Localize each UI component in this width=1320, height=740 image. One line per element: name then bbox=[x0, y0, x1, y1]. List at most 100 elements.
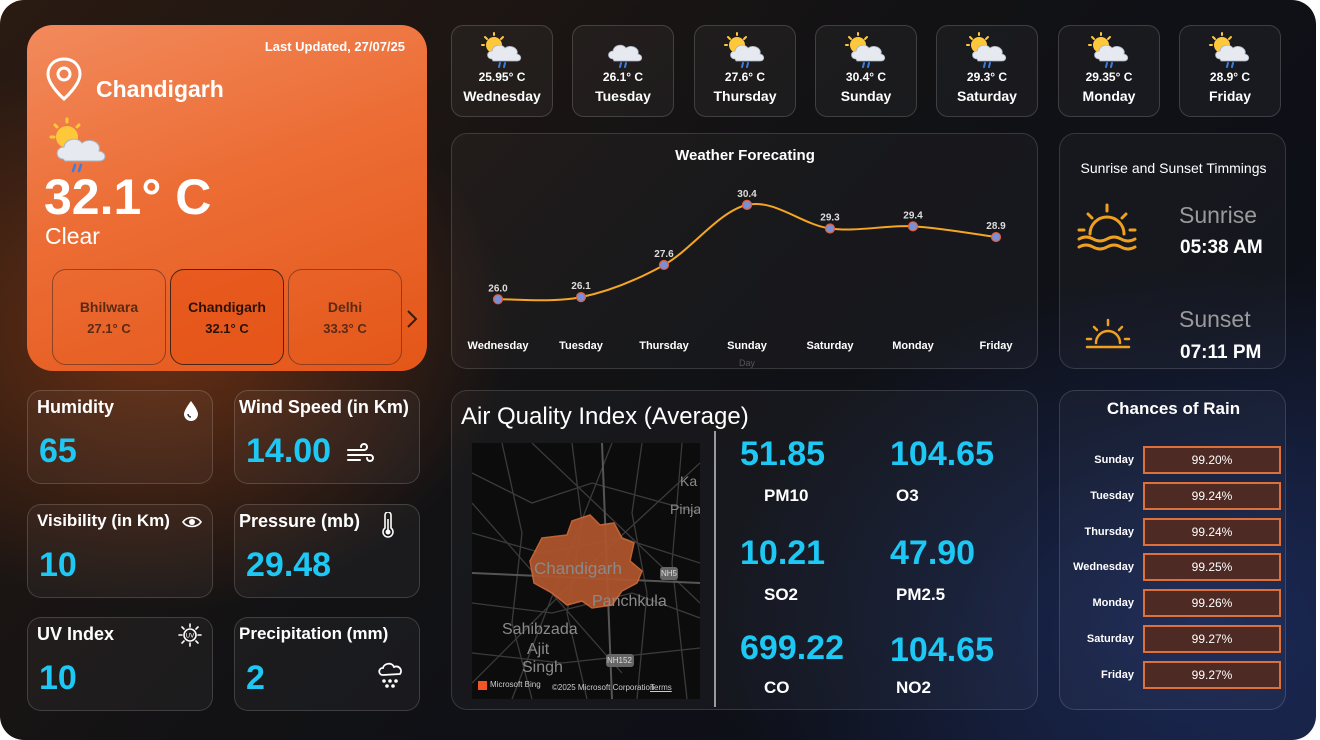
forecast-tile-day: Tuesday bbox=[595, 88, 651, 104]
forecast-data-label: 28.9 bbox=[986, 221, 1006, 232]
sun-cloud-rain-icon bbox=[966, 32, 1007, 68]
map-label-panchkula: Panchkula bbox=[592, 593, 667, 610]
rain-day-label: Sunday bbox=[1094, 454, 1134, 466]
forecast-line-chart: Weather Forecating Day 26.0 Wednesday 26.1… bbox=[468, 147, 1014, 368]
rain-chance-bar[interactable]: 99.24% bbox=[1143, 517, 1281, 546]
aqi-so2-value: 10.21 bbox=[740, 534, 826, 572]
precipitation-card: Precipitation (mm) 2 bbox=[234, 617, 420, 711]
forecast-data-label: 29.4 bbox=[903, 210, 923, 221]
city-card-name: Chandigarh bbox=[188, 298, 266, 315]
forecast-tile-temp: 29.35° C bbox=[1085, 70, 1133, 84]
aqi-card: Air Quality Index (Average) Chandigarh P… bbox=[451, 390, 1038, 710]
map-label-sahibzada: Sahibzada bbox=[502, 621, 578, 638]
forecast-tile-day: Monday bbox=[1082, 88, 1136, 104]
forecast-data-label: 26.0 bbox=[488, 283, 508, 294]
forecast-x-tick: Wednesday bbox=[468, 340, 530, 352]
visibility-value: 10 bbox=[39, 546, 77, 584]
wind-icon bbox=[347, 443, 374, 462]
forecast-x-tick: Monday bbox=[892, 340, 934, 352]
wind-speed-value: 14.00 bbox=[246, 432, 332, 470]
city-card-temp: 33.3° C bbox=[323, 320, 367, 336]
uv-sun-icon: UV bbox=[178, 623, 202, 647]
city-card-chandigarh[interactable]: Chandigarh 32.1° C bbox=[170, 269, 284, 365]
forecast-tile-temp: 25.95° C bbox=[478, 70, 526, 84]
aqi-pm25-label: PM2.5 bbox=[896, 585, 946, 604]
dashboard: Last Updated, 27/07/25 Chandigarh 32.1° … bbox=[0, 0, 1316, 740]
forecast-chart-card: Weather Forecating Day 26.0 Wednesday 26.1… bbox=[451, 133, 1038, 369]
droplet-icon bbox=[184, 401, 198, 421]
forecast-tile-day: Wednesday bbox=[463, 88, 541, 104]
city-card-name: Bhilwara bbox=[79, 298, 139, 315]
wind-speed-label: Wind Speed (in Km) bbox=[239, 397, 409, 417]
rain-chance-bar[interactable]: 99.24% bbox=[1143, 481, 1281, 510]
cloud-rain-icon bbox=[378, 662, 402, 688]
forecast-tile-saturday[interactable]: 29.3° C Saturday bbox=[936, 25, 1038, 117]
forecast-point[interactable] bbox=[658, 259, 670, 271]
sun-cloud-rain-icon bbox=[724, 32, 765, 68]
sunset-icon bbox=[1085, 318, 1131, 349]
aqi-pm10-value: 51.85 bbox=[740, 435, 826, 473]
forecast-tile-friday[interactable]: 28.9° C Friday bbox=[1179, 25, 1281, 117]
forecast-tile-wednesday[interactable]: 25.95° C Wednesday bbox=[451, 25, 553, 117]
map-label-singh: Singh bbox=[522, 659, 563, 676]
forecast-tile-monday[interactable]: 29.35° C Monday bbox=[1058, 25, 1160, 117]
sunrise-label: Sunrise bbox=[1179, 202, 1257, 228]
rain-chance-bar[interactable]: 99.25% bbox=[1143, 553, 1281, 582]
forecast-data-label: 27.6 bbox=[654, 249, 674, 260]
current-condition: Clear bbox=[45, 223, 100, 249]
map-label-pinja: Pinja bbox=[670, 501, 700, 517]
rain-chance-title: Chances of Rain bbox=[1106, 399, 1241, 418]
chevron-right-icon[interactable] bbox=[405, 309, 419, 329]
location-pin-icon bbox=[46, 57, 82, 101]
uv-index-label: UV Index bbox=[37, 624, 115, 644]
aqi-pm25-value: 47.90 bbox=[890, 534, 976, 572]
city-name: Chandigarh bbox=[96, 76, 224, 102]
current-temperature: 32.1° C bbox=[44, 169, 212, 225]
map-terms-link[interactable]: Terms bbox=[650, 683, 672, 692]
city-card-delhi[interactable]: Delhi 33.3° C bbox=[288, 269, 402, 365]
visibility-label: Visibility (in Km) bbox=[37, 511, 170, 530]
cloud-rain-icon bbox=[608, 44, 643, 68]
last-updated: Last Updated, 27/07/25 bbox=[264, 39, 405, 54]
humidity-value: 65 bbox=[39, 432, 77, 470]
aqi-map[interactable]: Chandigarh Panchkula Sahibzada Ajit Sing… bbox=[472, 443, 700, 699]
aqi-divider bbox=[714, 431, 716, 707]
forecast-data-label: 29.3 bbox=[820, 212, 840, 223]
sunset-time: 07:11 PM bbox=[1180, 342, 1262, 363]
forecast-point[interactable] bbox=[907, 221, 919, 232]
uv-index-card: UV Index 10 UV bbox=[27, 617, 213, 711]
pressure-value: 29.48 bbox=[246, 546, 332, 584]
rain-chance-bar[interactable]: 99.27% bbox=[1143, 625, 1281, 653]
forecast-point[interactable] bbox=[824, 223, 836, 234]
forecast-tile-thursday[interactable]: 27.6° C Thursday bbox=[694, 25, 796, 117]
city-card-bhilwara[interactable]: Bhilwara 27.1° C bbox=[52, 269, 166, 365]
wind-speed-card: Wind Speed (in Km) 14.00 bbox=[234, 390, 420, 484]
partly-cloudy-rain-icon bbox=[49, 117, 106, 173]
forecast-tile-day: Sunday bbox=[840, 88, 892, 104]
rain-chance-bar[interactable]: 99.20% bbox=[1143, 446, 1281, 474]
sunset-label: Sunset bbox=[1179, 306, 1251, 332]
rain-day-label: Thursday bbox=[1084, 525, 1134, 538]
eye-icon bbox=[182, 516, 202, 528]
sun-cloud-rain-icon bbox=[1209, 32, 1250, 68]
forecast-x-tick: Friday bbox=[979, 340, 1013, 352]
forecast-x-tick: Thursday bbox=[639, 340, 689, 352]
aqi-co-label: CO bbox=[764, 678, 790, 697]
aqi-title: Air Quality Index (Average) bbox=[461, 403, 749, 430]
forecast-tile-tuesday[interactable]: 26.1° C Tuesday bbox=[572, 25, 674, 117]
forecast-point[interactable] bbox=[492, 294, 504, 305]
thermometer-icon bbox=[382, 512, 394, 538]
forecast-tile-sunday[interactable]: 30.4° C Sunday bbox=[815, 25, 917, 117]
forecast-point[interactable] bbox=[990, 231, 1002, 243]
sun-times-card: Sunrise and Sunset Timmings Sunrise 05:3… bbox=[1059, 133, 1286, 369]
pressure-card: Pressure (mb) 29.48 bbox=[234, 504, 420, 598]
forecast-point[interactable] bbox=[575, 292, 587, 303]
rain-chance-bar[interactable]: 99.26% bbox=[1143, 589, 1281, 618]
rain-day-label: Friday bbox=[1100, 668, 1134, 681]
forecast-data-label: 30.4 bbox=[737, 189, 757, 200]
forecast-point[interactable] bbox=[741, 199, 753, 210]
rain-chance-bar[interactable]: 99.27% bbox=[1143, 660, 1281, 689]
aqi-o3-label: O3 bbox=[896, 486, 919, 505]
sun-times-title: Sunrise and Sunset Timmings bbox=[1080, 160, 1267, 176]
city-card-temp: 27.1° C bbox=[87, 320, 131, 336]
